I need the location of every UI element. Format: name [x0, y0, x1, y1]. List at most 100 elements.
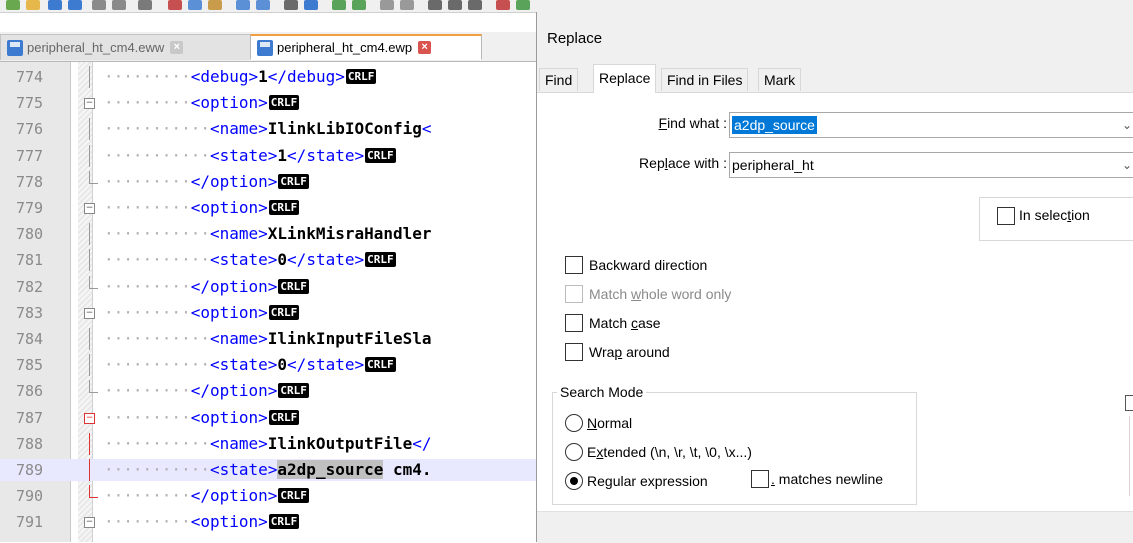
code-line[interactable]: 782 ·········</option> CRLF — [0, 275, 536, 298]
fold-toggle-icon[interactable]: − — [84, 197, 100, 219]
fold-toggle-icon[interactable]: − — [84, 302, 100, 324]
code-line[interactable]: 774 ·········<debug>1</debug> CRLF — [0, 66, 536, 88]
redo-icon[interactable] — [256, 0, 270, 10]
whitespace-dots: ········· — [104, 276, 191, 296]
crlf-marker: CRLF — [268, 304, 300, 320]
indent-guide-icon[interactable] — [468, 0, 482, 10]
print-icon[interactable] — [138, 0, 152, 10]
whitespace-dots: ··········· — [104, 119, 210, 139]
wrap-around-label: Wrap around — [589, 344, 670, 360]
tab-replace[interactable]: Replace — [593, 64, 657, 93]
fold-toggle-icon[interactable]: − — [84, 511, 100, 533]
macro-record-icon[interactable] — [496, 0, 510, 10]
macro-play-icon[interactable] — [516, 0, 530, 10]
whitespace-dots: ········· — [104, 171, 191, 191]
xml-tag-open: </option> — [190, 276, 278, 296]
xml-value: a2dp_source — [277, 460, 384, 479]
code-line[interactable]: 778 ·········</option> CRLF — [0, 170, 536, 193]
tab-find-in-files[interactable]: Find in Files — [661, 68, 749, 91]
xml-tag-open: <option> — [190, 198, 268, 217]
code-line[interactable]: 787 − ·········<option> CRLF — [0, 407, 536, 429]
fold-line — [84, 144, 100, 167]
new-file-icon[interactable] — [6, 0, 20, 10]
find-what-input[interactable]: a2dp_source ⌄ — [729, 112, 1133, 138]
paste-icon[interactable] — [208, 0, 222, 10]
replace-with-input[interactable]: peripheral_ht ⌄ — [729, 152, 1133, 178]
extended-radio[interactable] — [565, 443, 583, 461]
code-text: ·········</option> CRLF — [104, 485, 309, 507]
backward-direction-label: Backward direction — [589, 257, 708, 273]
xml-value: 0 — [277, 355, 288, 375]
crlf-marker: CRLF — [345, 69, 377, 84]
replace-icon[interactable] — [304, 0, 318, 10]
code-line[interactable]: 784 ···········<name>IlinkInputFileSla — [0, 328, 536, 350]
chevron-down-icon[interactable]: ⌄ — [1122, 113, 1132, 137]
save-all-icon[interactable] — [68, 0, 82, 10]
tab-find[interactable]: Find — [539, 68, 579, 91]
xml-tag-open: <name> — [209, 329, 268, 348]
code-line[interactable]: 776 ···········<name>IlinkLibIOConfig< — [0, 118, 536, 141]
whitespace-dots: ··········· — [104, 355, 210, 375]
line-number: 780 — [16, 225, 44, 244]
code-line[interactable]: 777 ···········<state>1</state> CRLF — [0, 144, 536, 167]
fold-line — [84, 328, 100, 350]
code-line[interactable]: 790 ·········</option> CRLF — [0, 485, 536, 507]
code-line[interactable]: 779 − ·········<option> CRLF — [0, 197, 536, 219]
close-tab-icon[interactable]: × — [418, 41, 432, 54]
close-tab-icon[interactable]: × — [170, 41, 184, 54]
regex-radio[interactable] — [565, 472, 583, 490]
xml-value-rest: cm4. — [383, 460, 432, 479]
undo-icon[interactable] — [236, 0, 250, 10]
code-line[interactable]: 775 − ·········<option> CRLF — [0, 92, 536, 114]
close-icon[interactable] — [92, 0, 106, 10]
match-case-checkbox[interactable] — [565, 314, 583, 332]
open-folder-icon[interactable] — [26, 0, 40, 10]
backward-direction-checkbox[interactable] — [565, 256, 583, 274]
show-all-chars-icon[interactable] — [448, 0, 462, 10]
fold-toggle-icon[interactable]: − — [84, 92, 100, 114]
code-line[interactable]: 785 ···········<state>0</state> CRLF — [0, 354, 536, 377]
code-line[interactable]: 781 ···········<state>0</state> CRLF — [0, 249, 536, 272]
tab-peripheral-eww[interactable]: peripheral_ht_cm4.eww × — [0, 34, 270, 60]
whitespace-dots: ··········· — [104, 329, 210, 348]
code-editor[interactable]: 774 ·········<debug>1</debug> CRLF 775− ····… — [0, 62, 536, 542]
transparency-checkbox[interactable] — [1125, 395, 1133, 411]
sync-v-icon[interactable] — [380, 0, 394, 10]
replace-with-value: peripheral_ht — [732, 157, 814, 173]
tab-label: peripheral_ht_cm4.ewp — [277, 40, 413, 55]
crlf-marker: CRLF — [268, 95, 300, 111]
save-icon[interactable] — [48, 0, 62, 10]
copy-icon[interactable] — [188, 0, 202, 10]
close-all-icon[interactable] — [112, 0, 126, 10]
xml-tag-close: < — [421, 119, 432, 139]
in-selection-checkbox[interactable] — [997, 207, 1015, 225]
line-number: 785 — [16, 356, 44, 375]
code-line[interactable]: 788 ···········<name>IlinkOutputFile</ — [0, 432, 536, 455]
xml-value: 0 — [277, 250, 288, 270]
code-line[interactable]: 791 − ·········<option> CRLF — [0, 511, 536, 533]
sync-h-icon[interactable] — [400, 0, 414, 10]
code-line[interactable]: 786 ·········</option> CRLF — [0, 380, 536, 402]
tab-mark[interactable]: Mark — [758, 68, 802, 91]
matches-newline-checkbox[interactable] — [751, 470, 769, 488]
zoom-in-icon[interactable] — [332, 0, 346, 10]
tab-peripheral-ewp[interactable]: peripheral_ht_cm4.ewp × — [250, 34, 482, 60]
fold-line — [84, 275, 100, 298]
code-line[interactable]: 780 ···········<name>XLinkMisraHandler — [0, 223, 536, 246]
crlf-marker: CRLF — [365, 147, 396, 163]
xml-value: IlinkLibIOConfig — [267, 119, 422, 139]
wrap-around-checkbox[interactable] — [565, 343, 583, 361]
code-line[interactable]: 789 ···········<state>a2dp_source cm4. — [0, 459, 536, 481]
match-whole-word-label: Match whole word only — [589, 286, 732, 302]
cut-icon[interactable] — [168, 0, 182, 10]
fold-toggle-icon[interactable]: − — [84, 407, 100, 429]
chevron-down-icon[interactable]: ⌄ — [1122, 153, 1132, 177]
wrap-icon[interactable] — [428, 0, 442, 10]
normal-radio[interactable] — [565, 414, 583, 432]
xml-tag-close: </ — [412, 433, 432, 453]
line-number: 790 — [16, 487, 44, 506]
find-icon[interactable] — [284, 0, 298, 10]
zoom-out-icon[interactable] — [352, 0, 366, 10]
code-line[interactable]: 783 − ·········<option> CRLF — [0, 302, 536, 324]
match-case-label: Match case — [589, 315, 661, 331]
